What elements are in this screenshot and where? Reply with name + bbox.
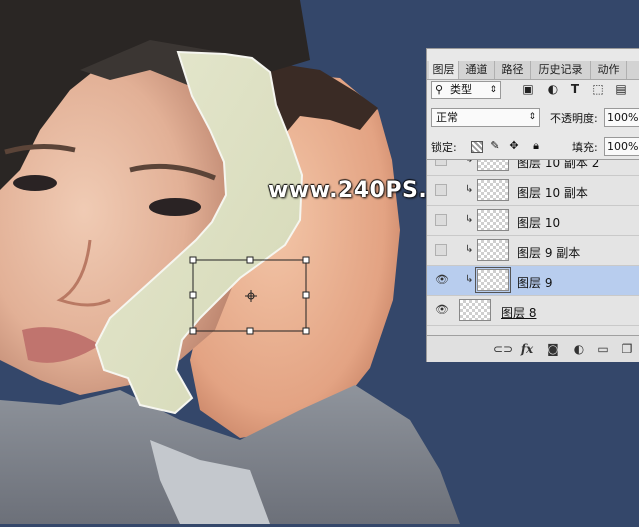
fill-field[interactable]: 100% (604, 137, 639, 156)
add-mask-icon[interactable]: ◙ (545, 341, 561, 357)
visibility-toggle[interactable] (435, 214, 447, 226)
left-eye-shape (13, 175, 57, 191)
eye-icon[interactable]: 👁︎ (435, 274, 449, 286)
eye-icon[interactable]: 👁︎ (435, 304, 449, 316)
layer-row[interactable]: 👁︎ 图层 8 (427, 296, 639, 326)
tab-actions[interactable]: 动作 (591, 61, 627, 79)
clipping-arrow-icon: ↳ (465, 214, 474, 225)
lock-pixels-icon[interactable]: ✎ (488, 139, 502, 153)
lock-position-icon[interactable]: ✥ (507, 139, 521, 153)
lock-label: 锁定: (431, 141, 457, 154)
lock-all-icon[interactable]: 🔒︎ (529, 139, 543, 153)
search-icon: ⚲ (435, 83, 444, 96)
fx-icon[interactable]: fx (519, 341, 535, 357)
chevron-updown-icon: ⇕ (489, 85, 497, 95)
blend-mode-value: 正常 (436, 111, 458, 124)
tab-layers[interactable]: 图层 (429, 61, 459, 79)
clipping-arrow-icon: ↳ (465, 159, 474, 165)
panel-footer: ⊂⊃ fx ◙ ◐ ▭ ❐ (427, 335, 639, 362)
new-layer-icon[interactable]: ❐ (619, 341, 635, 357)
layer-thumbnail (475, 267, 511, 293)
layer-thumbnail (477, 239, 509, 261)
layer-row[interactable]: ↳ 图层 10 副本 2 (427, 159, 639, 176)
shape-filter-icon[interactable]: ⬚ (591, 82, 605, 96)
layer-thumbnail (477, 160, 509, 171)
layer-thumbnail (459, 299, 491, 321)
clipping-arrow-icon: ↳ (465, 274, 474, 285)
adjustment-layer-icon[interactable]: ◐ (571, 341, 587, 357)
layer-name: 图层 10 副本 2 (517, 159, 600, 170)
clipping-arrow-icon: ↳ (465, 184, 474, 195)
fill-label: 填充: (572, 141, 598, 154)
layer-thumbnail (477, 179, 509, 201)
layers-panel: 图层 通道 路径 历史记录 动作 ⚲ 类型 ⇕ ▣ ◐ T ⬚ ▤ 正常 ⇕ 不… (426, 48, 639, 362)
adjustment-filter-icon[interactable]: ◐ (546, 82, 560, 96)
tab-paths[interactable]: 路径 (495, 61, 531, 79)
layer-name: 图层 9 (517, 276, 553, 290)
link-layers-icon[interactable]: ⊂⊃ (493, 341, 513, 357)
group-folder-icon[interactable]: ▭ (595, 341, 611, 357)
visibility-toggle[interactable] (435, 244, 447, 256)
layer-name: 图层 9 副本 (517, 246, 581, 260)
kind-filter-select[interactable]: ⚲ 类型 ⇕ (431, 81, 501, 99)
right-eye-shape (149, 198, 201, 216)
smart-object-filter-icon[interactable]: ▤ (614, 82, 628, 96)
layer-name: 图层 10 (517, 216, 561, 230)
layer-row[interactable]: ↳ 图层 10 副本 (427, 176, 639, 206)
visibility-toggle[interactable] (435, 184, 447, 196)
lock-transparency-icon[interactable] (469, 139, 483, 153)
layer-name: 图层 10 副本 (517, 186, 588, 200)
kind-filter-value: 类型 (450, 83, 472, 96)
type-filter-icon[interactable]: T (568, 82, 582, 96)
panel-tabs: 图层 通道 路径 历史记录 动作 (427, 61, 639, 80)
image-filter-icon[interactable]: ▣ (521, 82, 535, 96)
layer-row[interactable]: ↳ 图层 10 (427, 206, 639, 236)
chevron-updown-icon: ⇕ (528, 112, 536, 122)
opacity-field[interactable]: 100% (604, 108, 639, 127)
tab-history[interactable]: 历史记录 (531, 61, 591, 79)
layer-list: ↳ 图层 10 副本 2 ↳ 图层 10 副本 ↳ 图层 10 ↳ 图层 9 副… (427, 159, 639, 336)
opacity-label: 不透明度: (550, 112, 598, 125)
tab-channels[interactable]: 通道 (459, 61, 495, 79)
layer-name: 图层 8 (501, 306, 537, 320)
visibility-toggle[interactable] (435, 160, 447, 166)
layer-row[interactable]: ↳ 图层 9 副本 (427, 236, 639, 266)
clipping-arrow-icon: ↳ (465, 244, 474, 255)
blend-mode-select[interactable]: 正常 ⇕ (431, 108, 540, 127)
layer-thumbnail (477, 209, 509, 231)
layer-row-selected[interactable]: 👁︎ ↳ 图层 9 (427, 266, 639, 296)
